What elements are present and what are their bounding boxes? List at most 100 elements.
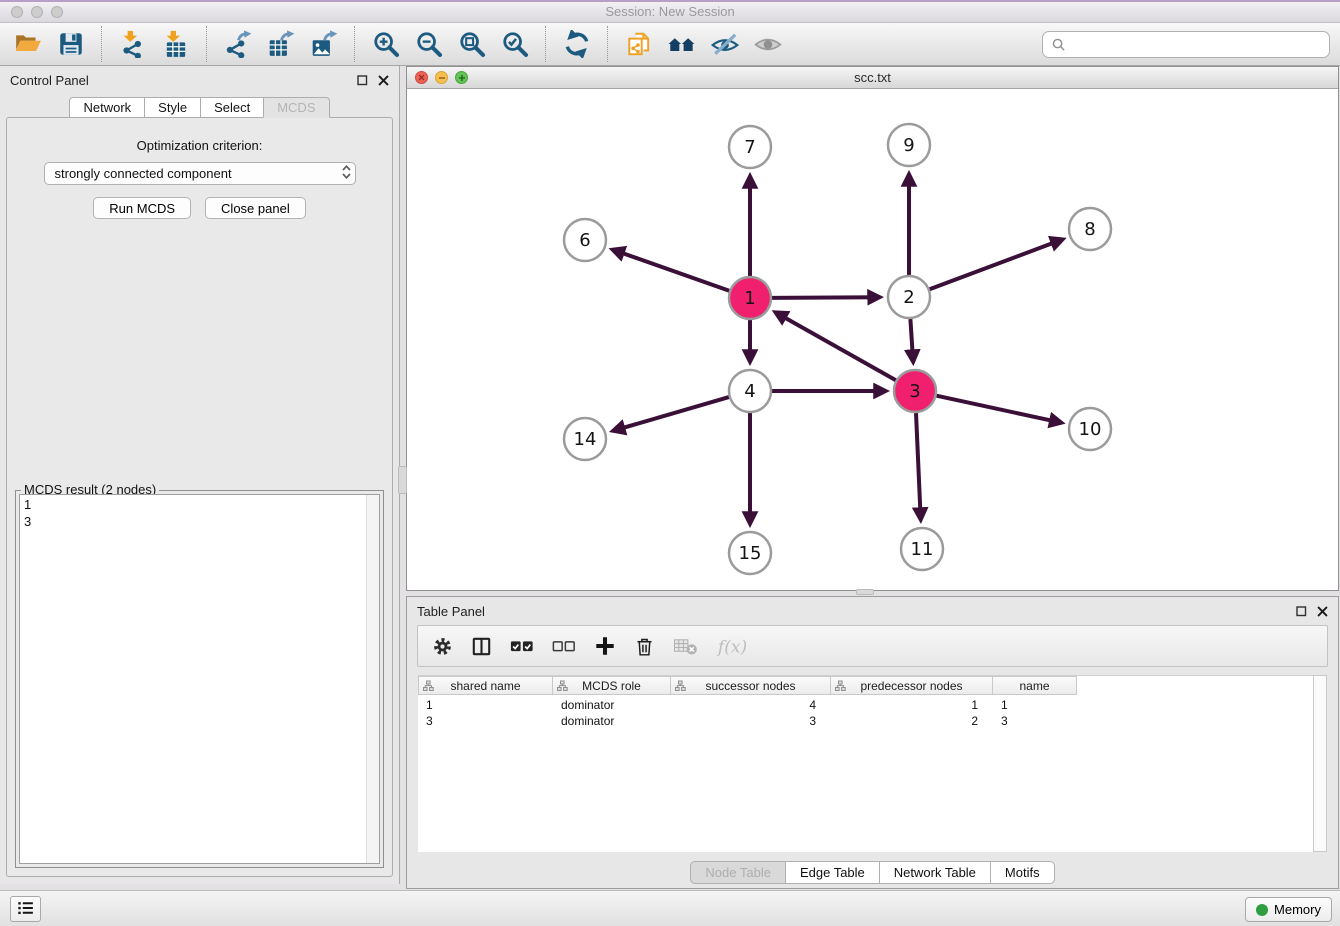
import-network-button[interactable] xyxy=(115,27,150,61)
zoom-fit-icon xyxy=(458,30,486,58)
memory-status-dot xyxy=(1256,904,1268,916)
node-8[interactable]: 8 xyxy=(1069,208,1111,250)
import-table-button[interactable] xyxy=(158,27,193,61)
open-session-button[interactable] xyxy=(10,27,45,61)
close-panel-button[interactable]: Close panel xyxy=(205,197,306,219)
table-settings-button[interactable] xyxy=(432,636,453,657)
float-panel-icon[interactable] xyxy=(357,75,368,86)
criterion-select-value: strongly connected component xyxy=(55,166,232,181)
column-tree-icon xyxy=(835,680,846,692)
tab-network[interactable]: Network xyxy=(69,97,145,118)
column-header-mcds-role[interactable]: MCDS role xyxy=(553,676,671,695)
export-table-icon xyxy=(267,30,295,58)
table-scrollbar[interactable] xyxy=(1313,675,1327,852)
criterion-select[interactable]: strongly connected component xyxy=(44,162,356,185)
graph-svg[interactable]: 7 9 6 8 1 2 4 3 14 10 15 11 xyxy=(407,89,1338,590)
horizontal-splitter-handle[interactable] xyxy=(856,589,874,595)
first-neighbors-button[interactable] xyxy=(664,27,699,61)
run-mcds-button[interactable]: Run MCDS xyxy=(93,197,191,219)
refresh-view-icon xyxy=(563,30,591,58)
node-9[interactable]: 9 xyxy=(888,124,930,166)
edge-3-11[interactable] xyxy=(916,413,921,519)
import-table-icon xyxy=(162,30,190,58)
edge-2-8[interactable] xyxy=(930,240,1062,290)
clone-network-button[interactable] xyxy=(621,27,656,61)
node-10[interactable]: 10 xyxy=(1069,408,1111,450)
node-1[interactable]: 1 xyxy=(729,277,771,319)
tab-mcds[interactable]: MCDS xyxy=(263,97,329,118)
node-15[interactable]: 15 xyxy=(729,532,771,574)
edge-4-14[interactable] xyxy=(614,397,729,431)
tab-network-table[interactable]: Network Table xyxy=(879,861,991,884)
add-column-button[interactable] xyxy=(594,635,616,657)
zoom-out-button[interactable] xyxy=(411,27,446,61)
column-header-shared-name[interactable]: shared name xyxy=(418,676,553,695)
network-window-titlebar: scc.txt xyxy=(407,67,1338,89)
column-header-successor-nodes[interactable]: successor nodes xyxy=(671,676,831,695)
vertical-splitter-handle[interactable] xyxy=(398,466,407,494)
node-label: 3 xyxy=(909,381,920,402)
table-row[interactable]: 3dominator323 xyxy=(418,713,1323,729)
tab-edge-table[interactable]: Edge Table xyxy=(785,861,880,884)
task-history-button[interactable] xyxy=(10,896,41,922)
zoom-selected-button[interactable] xyxy=(497,27,532,61)
close-network-button[interactable] xyxy=(415,71,428,84)
tab-motifs[interactable]: Motifs xyxy=(990,861,1055,884)
zoom-in-button[interactable] xyxy=(368,27,403,61)
show-columns-icon xyxy=(471,636,492,657)
node-2[interactable]: 2 xyxy=(888,276,930,318)
mcds-result-list[interactable]: 13 xyxy=(19,494,380,864)
show-all-button[interactable] xyxy=(750,27,785,61)
result-scrollbar[interactable] xyxy=(366,495,379,863)
node-label: 10 xyxy=(1079,419,1102,440)
edge-3-10[interactable] xyxy=(937,396,1061,423)
table-row[interactable]: 1dominator411 xyxy=(418,697,1323,713)
hide-selected-button[interactable] xyxy=(707,27,742,61)
minimize-window-button[interactable] xyxy=(31,6,43,18)
edge-1-6[interactable] xyxy=(613,250,729,291)
minimize-network-button[interactable] xyxy=(435,71,448,84)
node-6[interactable]: 6 xyxy=(564,219,606,261)
column-header-name[interactable]: name xyxy=(993,676,1077,695)
show-columns-button[interactable] xyxy=(471,636,492,657)
delete-column-button[interactable] xyxy=(634,636,655,657)
toolbar-separator xyxy=(354,26,355,62)
cell-shared-name: 3 xyxy=(418,714,553,728)
edge-3-1[interactable] xyxy=(776,313,896,381)
node-3[interactable]: 3 xyxy=(894,370,936,412)
mcds-result-item: 3 xyxy=(24,513,365,530)
float-table-panel-icon[interactable] xyxy=(1296,606,1307,617)
node-label: 8 xyxy=(1084,219,1095,240)
tab-node-table[interactable]: Node Table xyxy=(690,861,786,884)
column-header-predecessor-nodes[interactable]: predecessor nodes xyxy=(831,676,993,695)
close-window-button[interactable] xyxy=(11,6,23,18)
node-4[interactable]: 4 xyxy=(729,370,771,412)
export-table-button[interactable] xyxy=(263,27,298,61)
select-all-rows-button[interactable] xyxy=(510,638,534,655)
edge-1-2[interactable] xyxy=(772,297,879,298)
import-network-icon xyxy=(119,30,147,58)
zoom-fit-button[interactable] xyxy=(454,27,489,61)
status-bar: Memory xyxy=(0,890,1340,926)
search-input[interactable] xyxy=(1071,37,1321,52)
network-canvas[interactable]: 7 9 6 8 1 2 4 3 14 10 15 11 xyxy=(407,89,1338,590)
node-7[interactable]: 7 xyxy=(729,126,771,168)
deselect-all-rows-button[interactable] xyxy=(552,638,576,655)
mcds-result-group: MCDS result (2 nodes) 13 xyxy=(15,490,384,868)
maximize-network-button[interactable] xyxy=(455,71,468,84)
zoom-window-button[interactable] xyxy=(51,6,63,18)
add-column-icon xyxy=(594,635,616,657)
export-image-button[interactable] xyxy=(306,27,341,61)
save-session-button[interactable] xyxy=(53,27,88,61)
tab-select[interactable]: Select xyxy=(200,97,264,118)
refresh-view-button[interactable] xyxy=(559,27,594,61)
search-box[interactable] xyxy=(1042,31,1330,58)
tab-style[interactable]: Style xyxy=(144,97,201,118)
memory-button[interactable]: Memory xyxy=(1245,897,1332,922)
node-11[interactable]: 11 xyxy=(901,528,943,570)
close-panel-icon[interactable] xyxy=(378,75,389,86)
node-14[interactable]: 14 xyxy=(564,418,606,460)
edge-2-3[interactable] xyxy=(910,319,913,361)
close-table-panel-icon[interactable] xyxy=(1317,606,1328,617)
export-network-button[interactable] xyxy=(220,27,255,61)
